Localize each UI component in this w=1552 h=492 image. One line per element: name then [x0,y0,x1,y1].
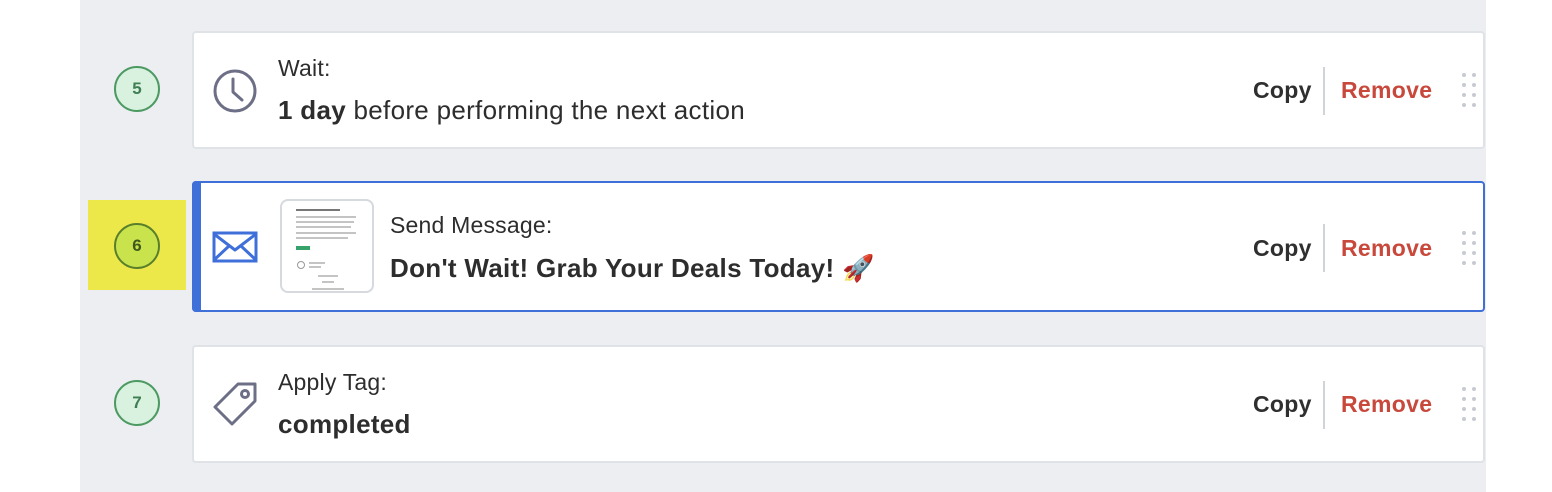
remove-button[interactable]: Remove [1341,77,1432,104]
step-number-badge: 7 [114,380,160,426]
selected-accent-bar [192,181,201,312]
copy-button[interactable]: Copy [1253,77,1312,104]
tag-name: completed [278,409,411,439]
step-value: Don't Wait! Grab Your Deals Today! 🚀 [390,253,875,284]
wait-description: before performing the next action [346,95,745,125]
step-card-wait[interactable]: Wait: 1 day before performing the next a… [192,31,1485,149]
wait-duration: 1 day [278,95,346,125]
step-label: Wait: [278,55,331,81]
clock-icon [213,69,257,113]
message-subject: Don't Wait! Grab Your Deals Today! 🚀 [390,253,875,283]
action-divider [1323,67,1325,115]
drag-handle-icon[interactable] [1462,73,1478,109]
envelope-icon [212,231,258,263]
action-divider [1323,224,1325,272]
copy-button[interactable]: Copy [1253,391,1312,418]
remove-button[interactable]: Remove [1341,391,1432,418]
step-value: completed [278,409,411,440]
drag-handle-icon[interactable] [1462,231,1478,267]
email-preview-thumbnail[interactable] [280,199,374,293]
action-divider [1323,381,1325,429]
tag-icon [213,382,257,426]
remove-button[interactable]: Remove [1341,235,1432,262]
step-card-apply-tag[interactable]: Apply Tag: completed Copy Remove [192,345,1485,463]
step-number-badge: 6 [114,223,160,269]
copy-button[interactable]: Copy [1253,235,1312,262]
drag-handle-icon[interactable] [1462,387,1478,423]
step-value: 1 day before performing the next action [278,95,745,126]
step-label: Send Message: [390,212,553,238]
step-number-badge: 5 [114,66,160,112]
step-label: Apply Tag: [278,369,387,395]
step-card-send-message[interactable]: Send Message: Don't Wait! Grab Your Deal… [192,181,1485,312]
